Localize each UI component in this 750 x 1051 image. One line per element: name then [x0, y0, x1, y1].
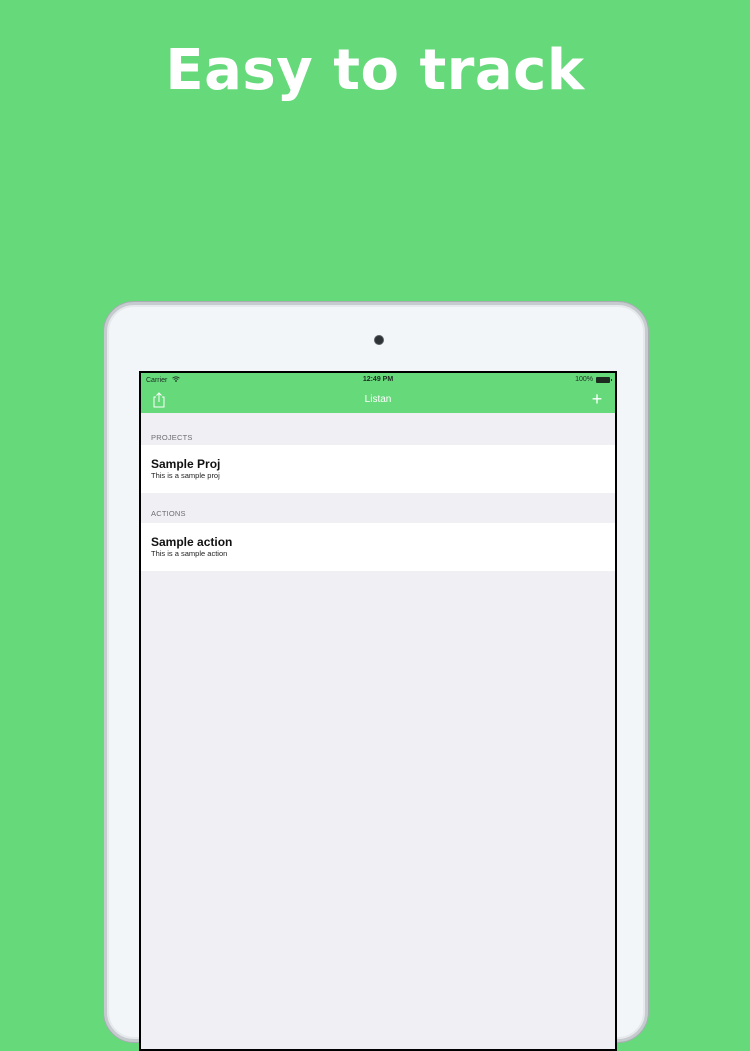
ipad-device-frame: Carrier 12:49 PM 100% Listan + PROJECTS …	[104, 302, 648, 1051]
headline: Easy to track	[165, 38, 585, 103]
section-header-actions: ACTIONS	[151, 509, 186, 518]
projects-section: PROJECTS Sample Proj This is a sample pr…	[141, 413, 615, 493]
status-time: 12:49 PM	[362, 376, 394, 383]
app-screen: Carrier 12:49 PM 100% Listan + PROJECTS …	[141, 373, 615, 1049]
navigation-bar: Listan +	[141, 387, 615, 413]
nav-title: Listan	[364, 394, 392, 405]
status-battery-group: 100%	[575, 376, 612, 383]
plus-icon: +	[591, 389, 603, 409]
status-bar: Carrier 12:49 PM 100%	[141, 373, 615, 387]
battery-icon	[596, 376, 612, 383]
list-item-action[interactable]: Sample action This is a sample action	[141, 523, 615, 571]
section-header-projects: PROJECTS	[151, 433, 193, 442]
list-item-title: Sample action	[151, 535, 233, 549]
list-item-project[interactable]: Sample Proj This is a sample proj	[141, 445, 615, 493]
actions-section: ACTIONS Sample action This is a sample a…	[141, 493, 615, 571]
battery-percentage: 100%	[575, 376, 593, 383]
list-item-subtitle: This is a sample action	[151, 549, 228, 558]
camera-icon	[375, 336, 383, 344]
add-button[interactable]: +	[588, 390, 606, 408]
device-screen: Carrier 12:49 PM 100% Listan + PROJECTS …	[139, 371, 617, 1051]
list-item-title: Sample Proj	[151, 457, 221, 471]
list-item-subtitle: This is a sample proj	[151, 471, 220, 480]
